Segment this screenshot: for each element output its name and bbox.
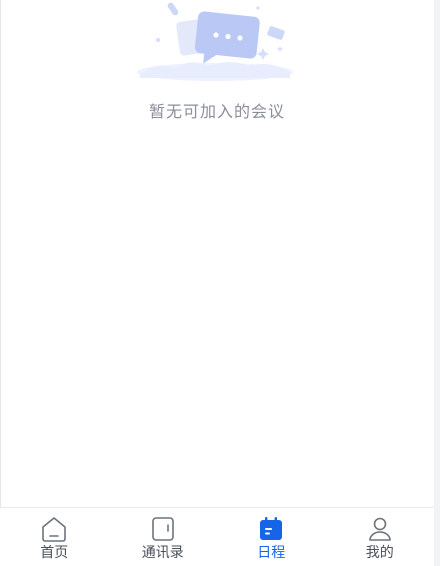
tab-contacts-label: 通讯录 [141,545,184,561]
contacts-icon [151,517,174,541]
bottom-tab-bar: 首页 通讯录 日程 我的 [0,507,434,566]
calendar-icon [260,517,283,540]
tab-contacts[interactable]: 通讯录 [109,508,218,566]
home-icon [42,517,67,542]
meeting-list-screen: 暂无可加入的会议 首页 通讯录 日程 我的 [0,0,440,566]
tab-home[interactable]: 首页 [0,508,109,566]
tab-calendar[interactable]: 日程 [217,508,326,566]
tab-home-label: 首页 [40,545,69,561]
empty-state-message: 暂无可加入的会议 [148,102,285,121]
empty-chat-illustration-icon [137,2,293,81]
tab-calendar-label: 日程 [257,545,286,561]
screen-edge-right [434,0,440,566]
screen-edge [0,0,1,566]
tab-profile-label: 我的 [365,545,394,561]
profile-icon [368,517,391,541]
tab-profile[interactable]: 我的 [326,508,435,566]
